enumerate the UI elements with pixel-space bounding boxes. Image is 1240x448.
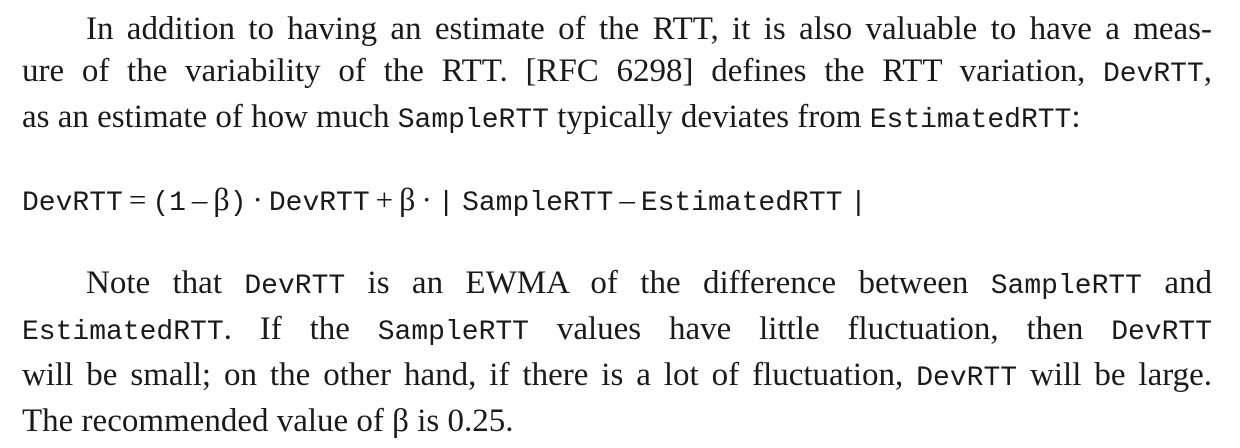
absolute-bar-open: | <box>437 188 455 219</box>
multiply-dot: · <box>421 182 432 217</box>
text-run: The recommended value of β is 0.25. <box>22 403 514 439</box>
equation-term-samplertt: SampleRTT <box>462 188 614 219</box>
text-run: will be large. <box>1030 357 1213 393</box>
paragraph-devrtt-note: Note that DevRTT is an EWMA of the diffe… <box>22 262 1212 442</box>
paragraph-line: In addition to having an estimate of the… <box>22 8 1212 50</box>
text-run: and <box>1164 265 1212 301</box>
code-devrtt: DevRTT <box>1111 317 1213 348</box>
beta-symbol: β <box>213 181 230 217</box>
equation-paren-open: (1 <box>152 188 186 219</box>
code-devrtt: DevRTT <box>916 363 1018 394</box>
minus-sign: – <box>619 182 635 217</box>
equation-term-estimatedrtt: EstimatedRTT <box>640 188 843 219</box>
text-run: is an EWMA of the difference between <box>367 265 969 301</box>
text-run: typically deviates from <box>557 99 862 135</box>
multiply-dot: · <box>252 182 263 217</box>
paragraph-line: will be small; on the other hand, if the… <box>22 354 1212 400</box>
text-run: Note that <box>86 265 222 301</box>
text-run: , <box>1203 53 1213 89</box>
paragraph-line: EstimatedRTT. If the SampleRTT values ha… <box>22 308 1212 354</box>
code-samplertt: SampleRTT <box>397 105 549 136</box>
text-run: : <box>1071 99 1081 135</box>
code-devrtt: DevRTT <box>1102 59 1204 90</box>
equation-lhs: DevRTT <box>22 188 123 219</box>
beta-symbol: β <box>399 181 416 217</box>
code-samplertt: SampleRTT <box>990 271 1142 302</box>
paragraph-line: The recommended value of β is 0.25. <box>22 400 1212 442</box>
paragraph-line: as an estimate of how much SampleRTT typ… <box>22 96 1212 142</box>
equation-term-devrtt: DevRTT <box>268 188 370 219</box>
code-estimatedrtt: EstimatedRTT <box>869 105 1072 136</box>
code-devrtt: DevRTT <box>244 271 346 302</box>
absolute-bar-close: | <box>849 188 867 219</box>
plus-sign: + <box>375 182 394 217</box>
text-run: ure of the variability of the RTT. [RFC … <box>22 53 1086 89</box>
paragraph-line: Note that DevRTT is an EWMA of the diffe… <box>22 262 1212 308</box>
minus-sign: – <box>191 182 208 217</box>
paragraph-rtt-variability: In addition to having an estimate of the… <box>22 8 1212 142</box>
text-run: as an estimate of how much <box>22 99 390 135</box>
paragraph-line: ure of the variability of the RTT. [RFC … <box>22 50 1212 96</box>
equation-paren-close: ) <box>229 188 247 219</box>
text-run: will be small; on the other hand, if the… <box>22 357 904 393</box>
text-run: values have little fluctuation, then <box>556 311 1084 347</box>
devrtt-equation: DevRTT = (1– β) · DevRTT + β · | SampleRTT – Estima… <box>22 178 867 225</box>
code-samplertt: SampleRTT <box>377 317 529 348</box>
text-run: . If the <box>223 311 350 347</box>
text-run: In addition to having an estimate of the… <box>86 11 1212 47</box>
code-estimatedrtt: EstimatedRTT <box>22 317 224 348</box>
equals-sign: = <box>128 182 147 217</box>
